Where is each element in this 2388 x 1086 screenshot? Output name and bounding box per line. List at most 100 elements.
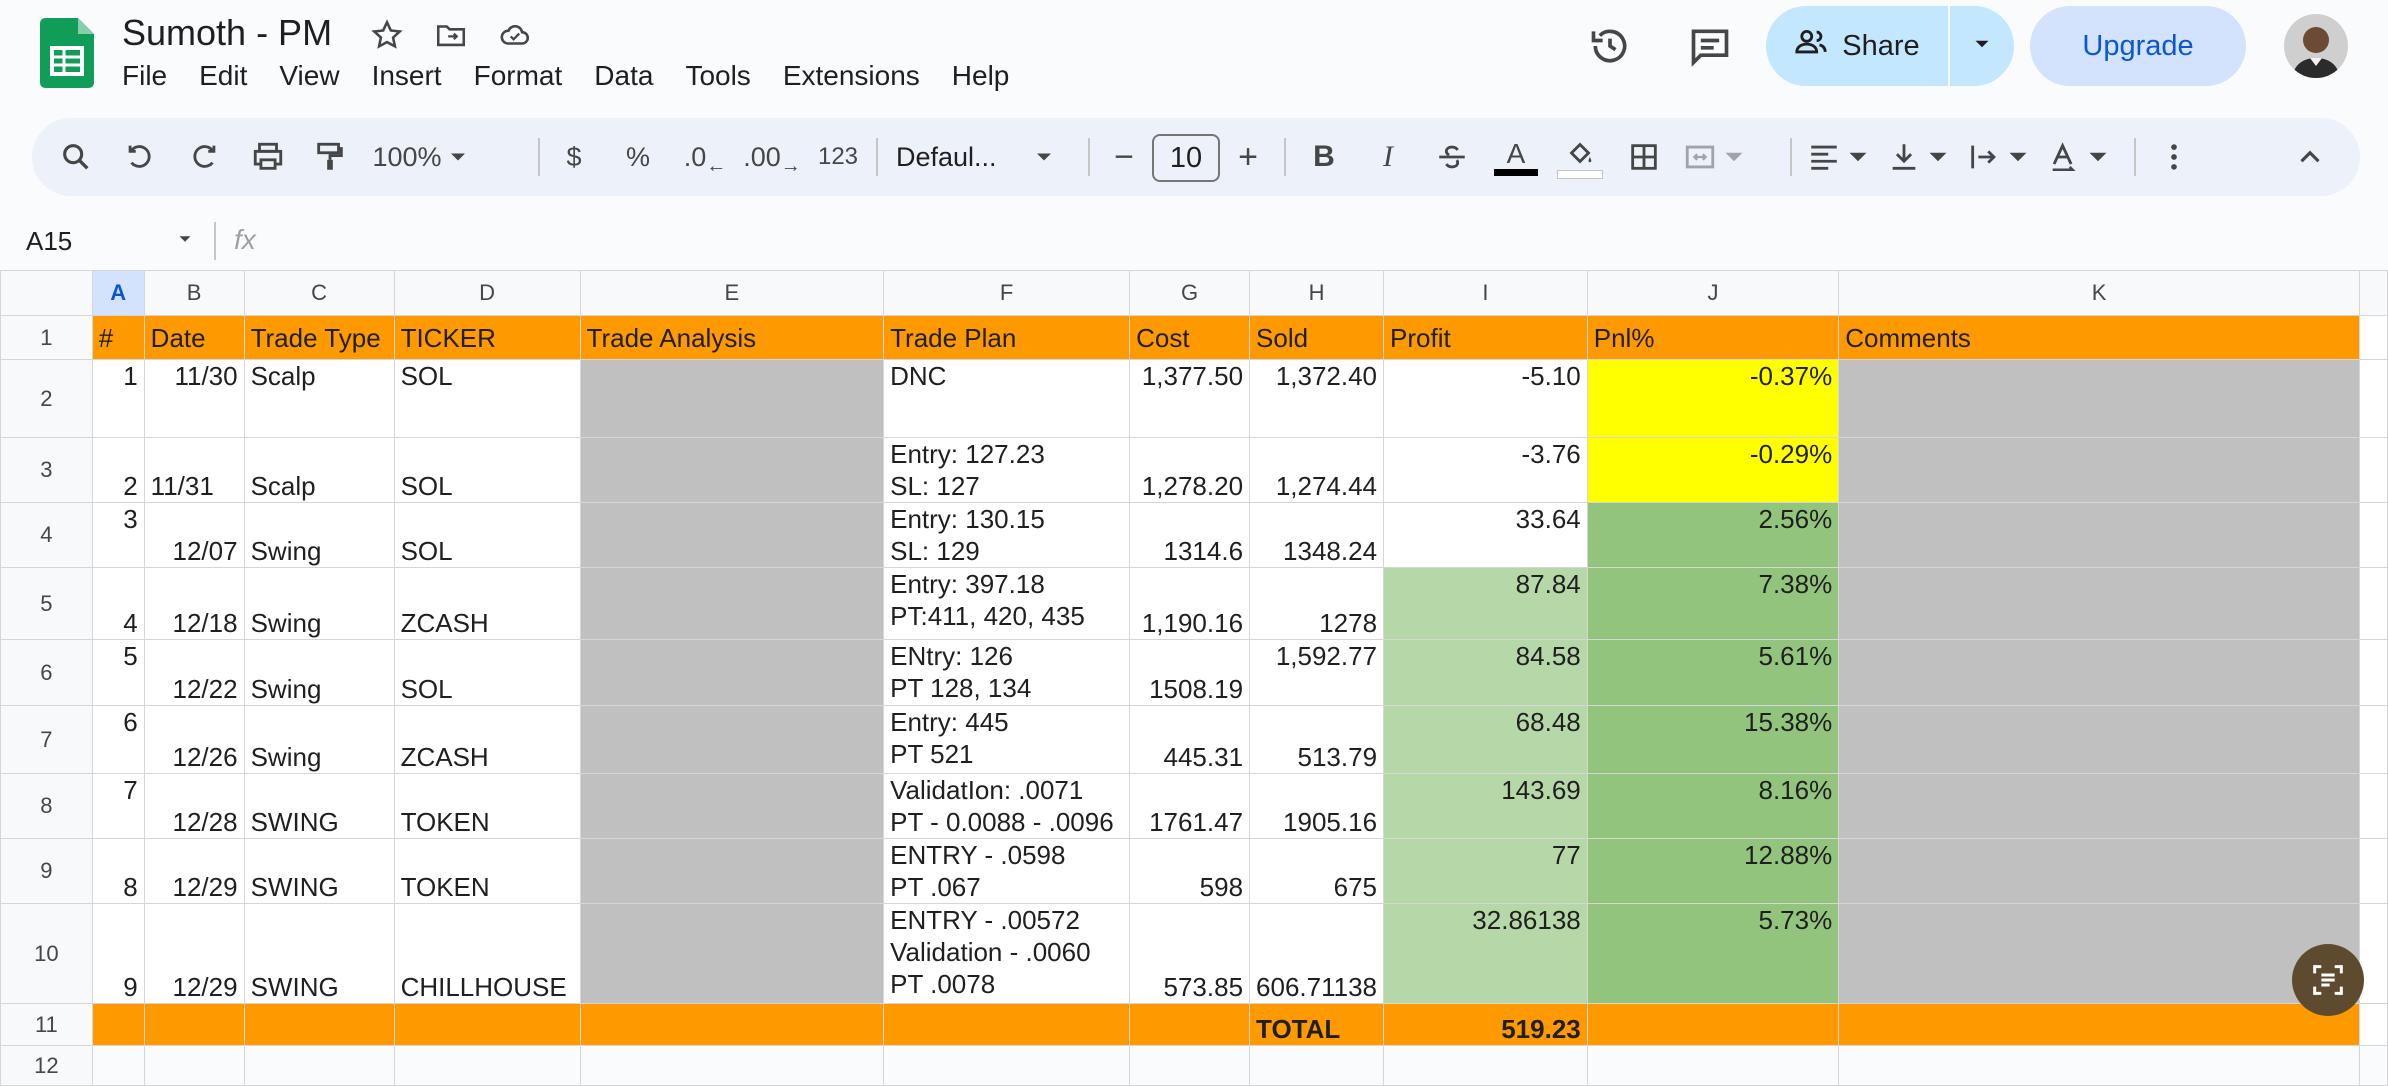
cell-c[interactable]: Scalp: [243, 359, 395, 438]
cell-c[interactable]: SWING: [243, 773, 395, 839]
upgrade-button[interactable]: Upgrade: [2030, 6, 2246, 86]
row-number[interactable]: 10: [0, 903, 93, 1004]
menu-insert[interactable]: Insert: [372, 60, 442, 92]
column-header-h[interactable]: H: [1249, 270, 1385, 316]
cell-k[interactable]: [1838, 903, 2360, 1004]
cell-b[interactable]: 11/30: [143, 359, 245, 438]
cell-e[interactable]: [579, 773, 885, 839]
cell-k[interactable]: [1838, 567, 2360, 640]
cell-e[interactable]: [579, 437, 885, 503]
move-to-folder-icon[interactable]: [432, 16, 470, 54]
menu-view[interactable]: View: [279, 60, 339, 92]
cell-c[interactable]: Swing: [243, 567, 395, 640]
redo-icon[interactable]: [180, 118, 228, 196]
font-family-select[interactable]: Defaul...: [896, 118, 1020, 196]
vertical-align-icon[interactable]: [1886, 118, 1956, 196]
row-number[interactable]: 11: [0, 1003, 93, 1046]
cell-i[interactable]: 32.86138: [1383, 903, 1588, 1004]
share-button[interactable]: Share: [1766, 6, 1948, 86]
column-header-c[interactable]: C: [243, 270, 395, 316]
cell-k[interactable]: [1838, 838, 2360, 904]
increase-font-size-button[interactable]: +: [1228, 118, 1268, 196]
empty-cell[interactable]: [1249, 1045, 1385, 1086]
print-icon[interactable]: [244, 118, 292, 196]
row-number[interactable]: 4: [0, 502, 93, 568]
total-value[interactable]: 519.23: [1383, 1003, 1588, 1046]
cell-g[interactable]: 445.31: [1129, 705, 1251, 774]
column-header-e[interactable]: E: [579, 270, 885, 316]
row-number[interactable]: 8: [0, 773, 93, 839]
cell-k[interactable]: [1838, 639, 2360, 706]
cell-b[interactable]: 12/29: [143, 838, 245, 904]
header-cell[interactable]: #: [91, 315, 145, 360]
cell-a[interactable]: 2: [91, 437, 145, 503]
menu-edit[interactable]: Edit: [199, 60, 247, 92]
cell-j[interactable]: 5.61%: [1586, 639, 1840, 706]
header-cell[interactable]: Pnl%: [1586, 315, 1840, 360]
cell-d[interactable]: CHILLHOUSE: [393, 903, 581, 1004]
empty-cell[interactable]: [243, 1045, 395, 1086]
header-cell[interactable]: Comments: [1838, 315, 2360, 360]
cell-c[interactable]: Scalp: [243, 437, 395, 503]
cell-e[interactable]: [579, 502, 885, 568]
cell-e[interactable]: [579, 567, 885, 640]
cell-g[interactable]: 1761.47: [1129, 773, 1251, 839]
horizontal-align-icon[interactable]: [1806, 118, 1876, 196]
increase-decimal-button[interactable]: .00 →: [742, 118, 802, 196]
empty-cell[interactable]: [2358, 903, 2388, 1004]
header-cell[interactable]: Date: [143, 315, 245, 360]
more-options-icon[interactable]: [2154, 118, 2194, 196]
cell-g[interactable]: 1,377.50: [1129, 359, 1251, 438]
total-cell[interactable]: [1838, 1003, 2360, 1046]
cell-j[interactable]: 15.38%: [1586, 705, 1840, 774]
cell-h[interactable]: 1348.24: [1249, 502, 1385, 568]
sheets-logo-icon[interactable]: [40, 18, 94, 88]
cell-j[interactable]: 2.56%: [1586, 502, 1840, 568]
document-title[interactable]: Sumoth - PM: [122, 12, 332, 54]
cell-i[interactable]: 33.64: [1383, 502, 1588, 568]
menu-extensions[interactable]: Extensions: [783, 60, 920, 92]
empty-cell[interactable]: [2358, 315, 2388, 360]
zoom-value[interactable]: 100%: [372, 118, 442, 196]
text-wrapping-icon[interactable]: [1966, 118, 2036, 196]
text-rotation-icon[interactable]: [2046, 118, 2116, 196]
cell-d[interactable]: SOL: [393, 502, 581, 568]
empty-cell[interactable]: [1838, 1045, 2360, 1086]
cell-g[interactable]: 1,278.20: [1129, 437, 1251, 503]
cell-h[interactable]: 1,274.44: [1249, 437, 1385, 503]
header-cell[interactable]: Cost: [1129, 315, 1251, 360]
empty-cell[interactable]: [2358, 567, 2388, 640]
cell-b[interactable]: 11/31: [143, 437, 245, 503]
comments-icon[interactable]: [1680, 18, 1740, 74]
cell-j[interactable]: 5.73%: [1586, 903, 1840, 1004]
cell-c[interactable]: Swing: [243, 639, 395, 706]
header-cell[interactable]: Trade Plan: [883, 315, 1131, 360]
formula-input[interactable]: [280, 226, 2360, 260]
avatar[interactable]: [2284, 14, 2348, 78]
cell-e[interactable]: [579, 359, 885, 438]
empty-cell[interactable]: [2358, 359, 2388, 438]
borders-icon[interactable]: [1620, 118, 1668, 196]
column-header-k[interactable]: K: [1838, 270, 2360, 316]
cell-c[interactable]: Swing: [243, 502, 395, 568]
cell-e[interactable]: [579, 705, 885, 774]
empty-cell[interactable]: [1129, 1045, 1251, 1086]
menu-tools[interactable]: Tools: [685, 60, 750, 92]
collapse-toolbar-icon[interactable]: [2286, 118, 2334, 196]
currency-format-button[interactable]: $: [552, 118, 596, 196]
total-label[interactable]: TOTAL: [1249, 1003, 1385, 1046]
column-header-a[interactable]: A: [91, 270, 145, 316]
column-header-d[interactable]: D: [393, 270, 581, 316]
undo-icon[interactable]: [116, 118, 164, 196]
cell-b[interactable]: 12/29: [143, 903, 245, 1004]
cell-c[interactable]: Swing: [243, 705, 395, 774]
empty-cell[interactable]: [2358, 502, 2388, 568]
empty-cell[interactable]: [1586, 1045, 1840, 1086]
empty-cell[interactable]: [579, 1045, 885, 1086]
cell-e[interactable]: [579, 903, 885, 1004]
cell-g[interactable]: 1314.6: [1129, 502, 1251, 568]
cell-a[interactable]: 4: [91, 567, 145, 640]
select-all-corner[interactable]: [0, 270, 93, 316]
cell-d[interactable]: ZCASH: [393, 567, 581, 640]
font-chevron-down-icon[interactable]: [1030, 118, 1058, 196]
